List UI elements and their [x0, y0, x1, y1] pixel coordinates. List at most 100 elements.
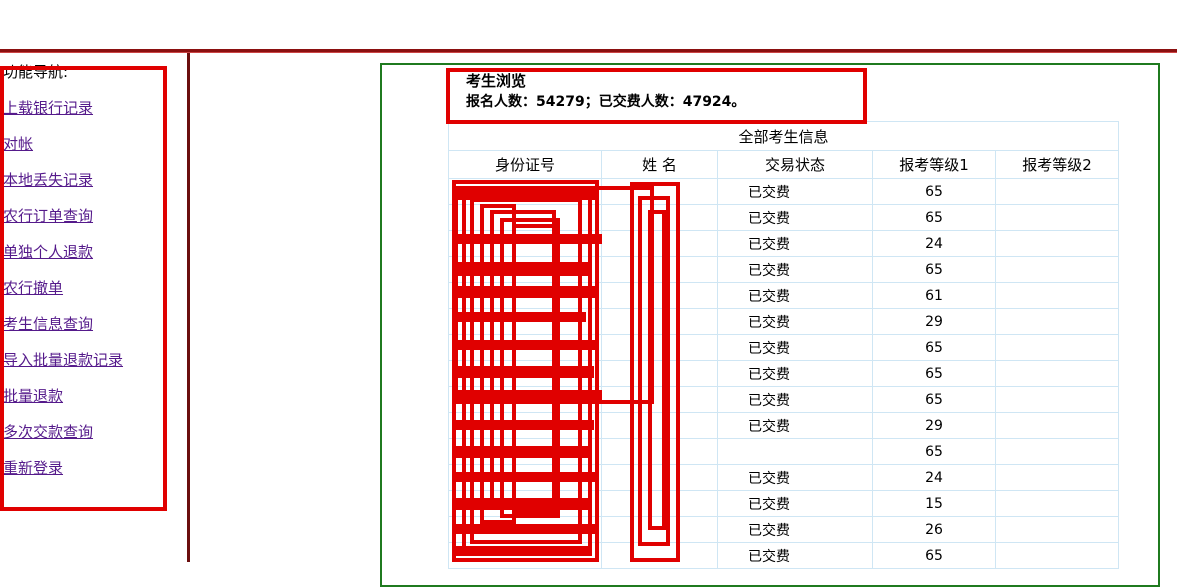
status-cell: 已交费: [717, 178, 873, 205]
name-cell: [601, 178, 718, 205]
id-cell: [448, 386, 602, 413]
column-header-id-number: 身份证号: [448, 150, 602, 179]
nav-link-relogin[interactable]: 重新登录: [3, 458, 183, 478]
table-row: 已交费 29: [448, 412, 1119, 439]
nav-link-batch-refund[interactable]: 批量退款: [3, 386, 183, 406]
name-cell: [601, 308, 718, 335]
level2-cell: [995, 230, 1119, 257]
table-row: 已交费 65: [448, 334, 1119, 361]
nav-link-abc-order-query[interactable]: 农行订单查询: [3, 206, 183, 226]
column-header-level1: 报考等级1: [872, 150, 996, 179]
status-cell: 已交费: [717, 334, 873, 361]
level1-cell: 29: [872, 308, 996, 335]
status-cell: 已交费: [717, 308, 873, 335]
column-header-status: 交易状态: [717, 150, 873, 179]
status-cell: 已交费: [717, 464, 873, 491]
name-cell: [601, 282, 718, 309]
level1-cell: 24: [872, 464, 996, 491]
table-row: 已交费 65: [448, 178, 1119, 205]
id-cell: [448, 230, 602, 257]
id-cell: [448, 282, 602, 309]
table-row: 已交费 65: [448, 386, 1119, 413]
id-cell: [448, 542, 602, 569]
name-cell: [601, 230, 718, 257]
id-cell: [448, 438, 602, 465]
table-row: 已交费 26: [448, 516, 1119, 543]
level2-cell: [995, 204, 1119, 231]
level1-cell: 26: [872, 516, 996, 543]
level1-cell: 29: [872, 412, 996, 439]
id-cell: [448, 334, 602, 361]
level2-cell: [995, 438, 1119, 465]
id-cell: [448, 256, 602, 283]
level2-cell: [995, 256, 1119, 283]
nav-link-abc-cancel-order[interactable]: 农行撤单: [3, 278, 183, 298]
status-cell: 已交费: [717, 230, 873, 257]
name-cell: [601, 412, 718, 439]
name-cell: [601, 360, 718, 387]
table-row: 已交费 65: [448, 542, 1119, 569]
name-cell: [601, 386, 718, 413]
name-cell: [601, 542, 718, 569]
table-row: 已交费 24: [448, 230, 1119, 257]
top-divider-highlight: [0, 52, 1177, 53]
name-cell: [601, 464, 718, 491]
name-cell: [601, 256, 718, 283]
nav-link-local-lost-records[interactable]: 本地丢失记录: [3, 170, 183, 190]
name-cell: [601, 204, 718, 231]
name-cell: [601, 490, 718, 517]
name-cell: [601, 516, 718, 543]
level2-cell: [995, 282, 1119, 309]
nav-link-upload-bank-records[interactable]: 上载银行记录: [3, 98, 183, 118]
name-cell: [601, 438, 718, 465]
table-row: 已交费 24: [448, 464, 1119, 491]
id-cell: [448, 204, 602, 231]
level2-cell: [995, 308, 1119, 335]
nav-link-import-batch-refund[interactable]: 导入批量退款记录: [3, 350, 183, 370]
table-row: 已交费 61: [448, 282, 1119, 309]
status-cell: 已交费: [717, 204, 873, 231]
status-cell: 已交费: [717, 256, 873, 283]
id-cell: [448, 516, 602, 543]
id-cell: [448, 178, 602, 205]
nav-link-single-refund[interactable]: 单独个人退款: [3, 242, 183, 262]
id-cell: [448, 360, 602, 387]
status-cell: 已交费: [717, 490, 873, 517]
level2-cell: [995, 464, 1119, 491]
table-row: 已交费 65: [448, 360, 1119, 387]
registration-stats: 报名人数：54279；已交费人数：47924。: [466, 94, 746, 110]
status-cell: 已交费: [717, 412, 873, 439]
id-cell: [448, 412, 602, 439]
level2-cell: [995, 178, 1119, 205]
level1-cell: 65: [872, 386, 996, 413]
status-cell: 已交费: [717, 516, 873, 543]
level2-cell: [995, 412, 1119, 439]
name-cell: [601, 334, 718, 361]
level2-cell: [995, 386, 1119, 413]
table-row: 已交费 15: [448, 490, 1119, 517]
id-cell: [448, 490, 602, 517]
nav-title: 功能导航:: [3, 63, 69, 81]
level2-cell: [995, 516, 1119, 543]
page-header: 考生浏览 报名人数：54279；已交费人数：47924。: [448, 66, 1088, 112]
level1-cell: 15: [872, 490, 996, 517]
page-title: 考生浏览: [466, 72, 527, 90]
sidebar-nav: 功能导航: 上载银行记录 对帐 本地丢失记录 农行订单查询 单独个人退款 农行撤…: [3, 62, 183, 478]
level2-cell: [995, 542, 1119, 569]
nav-link-multiple-payment-query[interactable]: 多次交款查询: [3, 422, 183, 442]
level1-cell: 65: [872, 438, 996, 465]
nav-link-candidate-query[interactable]: 考生信息查询: [3, 314, 183, 334]
level1-cell: 65: [872, 360, 996, 387]
nav-link-reconcile[interactable]: 对帐: [3, 134, 183, 154]
status-cell: [717, 438, 873, 465]
level1-cell: 61: [872, 282, 996, 309]
status-cell: 已交费: [717, 542, 873, 569]
level1-cell: 65: [872, 542, 996, 569]
level1-cell: 24: [872, 230, 996, 257]
level1-cell: 65: [872, 178, 996, 205]
table-row: 65: [448, 438, 1119, 465]
table-row: 已交费 29: [448, 308, 1119, 335]
level2-cell: [995, 490, 1119, 517]
column-header-level2: 报考等级2: [995, 150, 1119, 179]
status-cell: 已交费: [717, 360, 873, 387]
